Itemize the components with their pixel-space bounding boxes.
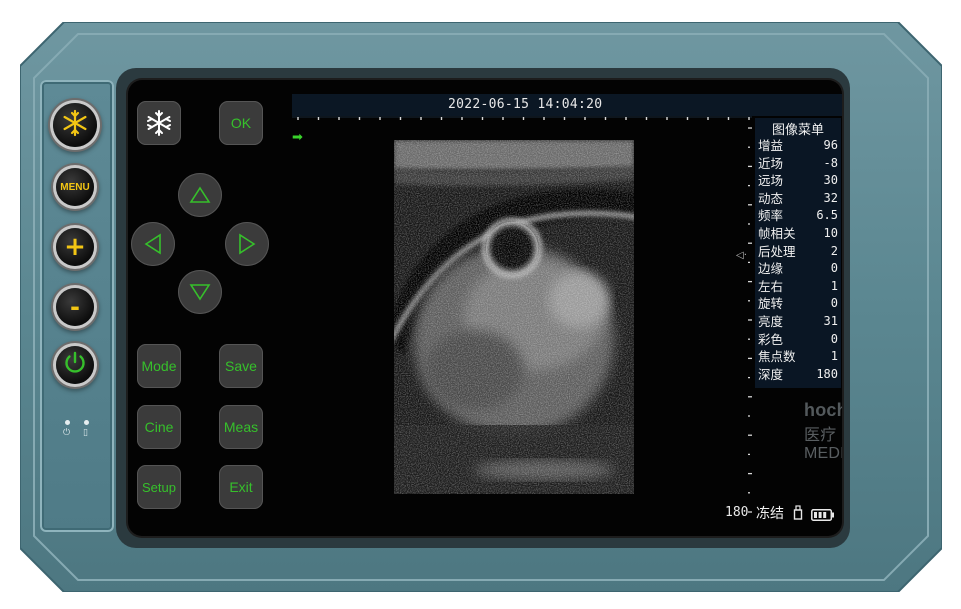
menu-item[interactable]: 后处理 2 xyxy=(758,243,838,261)
menu-item-value: 0 xyxy=(830,296,838,311)
menu-item-label: 彩色 xyxy=(758,331,784,347)
menu-item-label: 旋转 xyxy=(758,296,784,312)
menu-item-label: 后处理 xyxy=(758,243,796,259)
depth-readout: 180 xyxy=(725,505,749,520)
menu-item-value: 6.5 xyxy=(816,208,838,223)
menu-item[interactable]: 边缘 0 xyxy=(758,260,838,278)
menu-item-value: 32 xyxy=(823,190,838,205)
menu-item-value: 1 xyxy=(830,349,838,364)
menu-item[interactable]: 帧相关 10 xyxy=(758,225,838,243)
up-arrow-icon xyxy=(189,186,211,204)
menu-item-value: -8 xyxy=(823,155,838,170)
datetime-readout: 2022-06-15 14:04:20 xyxy=(448,97,603,112)
menu-item[interactable]: 亮度 31 xyxy=(758,313,838,331)
menu-item-label: 远场 xyxy=(758,173,784,189)
snowflake-icon xyxy=(144,108,174,138)
meas-button[interactable]: Meas xyxy=(219,405,263,449)
dpad-down-button[interactable] xyxy=(178,270,222,314)
menu-item-label: 频率 xyxy=(758,208,784,224)
menu-item[interactable]: 左右 1 xyxy=(758,278,838,296)
power-indicator-icon: ⏻ xyxy=(63,428,71,438)
snowflake-icon xyxy=(60,108,90,142)
menu-item[interactable]: 近场 -8 xyxy=(758,155,838,173)
status-led xyxy=(84,420,89,425)
menu-item-value: 0 xyxy=(830,331,838,346)
menu-item[interactable]: 彩色 0 xyxy=(758,331,838,349)
exit-button[interactable]: Exit xyxy=(219,465,263,509)
menu-item-value: 96 xyxy=(823,138,838,152)
battery-icon xyxy=(811,506,835,525)
hw-freeze-button[interactable] xyxy=(53,103,97,147)
menu-item-value: 180 xyxy=(816,366,838,381)
power-icon xyxy=(63,351,87,379)
menu-item-label: 动态 xyxy=(758,190,784,206)
menu-item[interactable]: 深度 180 xyxy=(758,366,838,384)
minus-icon: - xyxy=(70,293,80,321)
menu-item-label: 左右 xyxy=(758,278,784,294)
hw-plus-button[interactable]: + xyxy=(56,228,94,266)
status-led xyxy=(65,420,70,425)
plus-icon: + xyxy=(64,232,86,262)
battery-indicator-icon: ▯ xyxy=(83,428,88,438)
menu-pointer-icon: ◁· xyxy=(736,250,747,261)
menu-item[interactable]: 动态 32 xyxy=(758,190,838,208)
dpad-right-button[interactable] xyxy=(225,222,269,266)
menu-item[interactable]: 焦点数 1 xyxy=(758,348,838,366)
menu-item-label: 深度 xyxy=(758,366,784,382)
image-menu-panel: 图像菜单 增益 96 近场 -8 远场 30 动态 32 频率 6.5 帧相关 10 后处理 2 边缘 0 左右… xyxy=(755,118,841,388)
dpad-up-button[interactable] xyxy=(178,173,222,217)
menu-item-label: 亮度 xyxy=(758,314,784,329)
setup-button[interactable]: Setup xyxy=(137,465,181,509)
hw-power-button[interactable] xyxy=(56,346,94,384)
hw-minus-button[interactable]: - xyxy=(56,288,94,326)
cine-button[interactable]: Cine xyxy=(137,405,181,449)
menu-item-label: 帧相关 xyxy=(758,226,796,241)
menu-item[interactable]: 远场 30 xyxy=(758,172,838,190)
menu-item-value: 0 xyxy=(830,261,838,276)
menu-item[interactable]: 增益 96 xyxy=(758,137,838,155)
right-arrow-icon xyxy=(238,233,256,255)
menu-title: 图像菜单 xyxy=(771,123,824,138)
menu-item-label: 焦点数 xyxy=(758,349,796,365)
left-arrow-icon xyxy=(144,233,162,255)
menu-item[interactable]: 频率 6.5 xyxy=(758,207,838,225)
display-screen: OK Mode Save Cine Meas Setup Exit 2022-0… xyxy=(128,80,842,536)
hw-menu-button[interactable]: MENU xyxy=(56,168,94,206)
menu-item-label: 边缘 xyxy=(758,261,784,277)
menu-item-value: 10 xyxy=(823,226,838,240)
usb-icon xyxy=(793,505,803,524)
mode-button[interactable]: Mode xyxy=(137,344,181,388)
menu-item-value: 30 xyxy=(823,173,838,188)
menu-button-label: MENU xyxy=(60,181,90,193)
freeze-soft-key[interactable] xyxy=(137,101,181,145)
menu-item-label: 增益 xyxy=(758,138,784,153)
freeze-status-label: 冻结 xyxy=(756,506,784,522)
orientation-arrow-icon: ➡ xyxy=(292,130,303,145)
menu-item-value: 1 xyxy=(830,278,838,293)
hardware-button-panel: MENU + - ⏻ ▯ xyxy=(40,80,114,532)
menu-item-value: 2 xyxy=(830,243,838,258)
ultrasound-image xyxy=(394,140,634,494)
menu-item-label: 近场 xyxy=(758,155,784,171)
menu-item-value: 31 xyxy=(823,314,838,328)
top-scale-ruler xyxy=(292,116,752,120)
ok-button[interactable]: OK xyxy=(219,101,263,145)
dpad-left-button[interactable] xyxy=(131,222,175,266)
down-arrow-icon xyxy=(189,283,211,301)
brand-watermark: hochey 医疗 MEDICAL xyxy=(804,400,842,462)
save-button[interactable]: Save xyxy=(219,344,263,388)
menu-item[interactable]: 旋转 0 xyxy=(758,295,838,313)
